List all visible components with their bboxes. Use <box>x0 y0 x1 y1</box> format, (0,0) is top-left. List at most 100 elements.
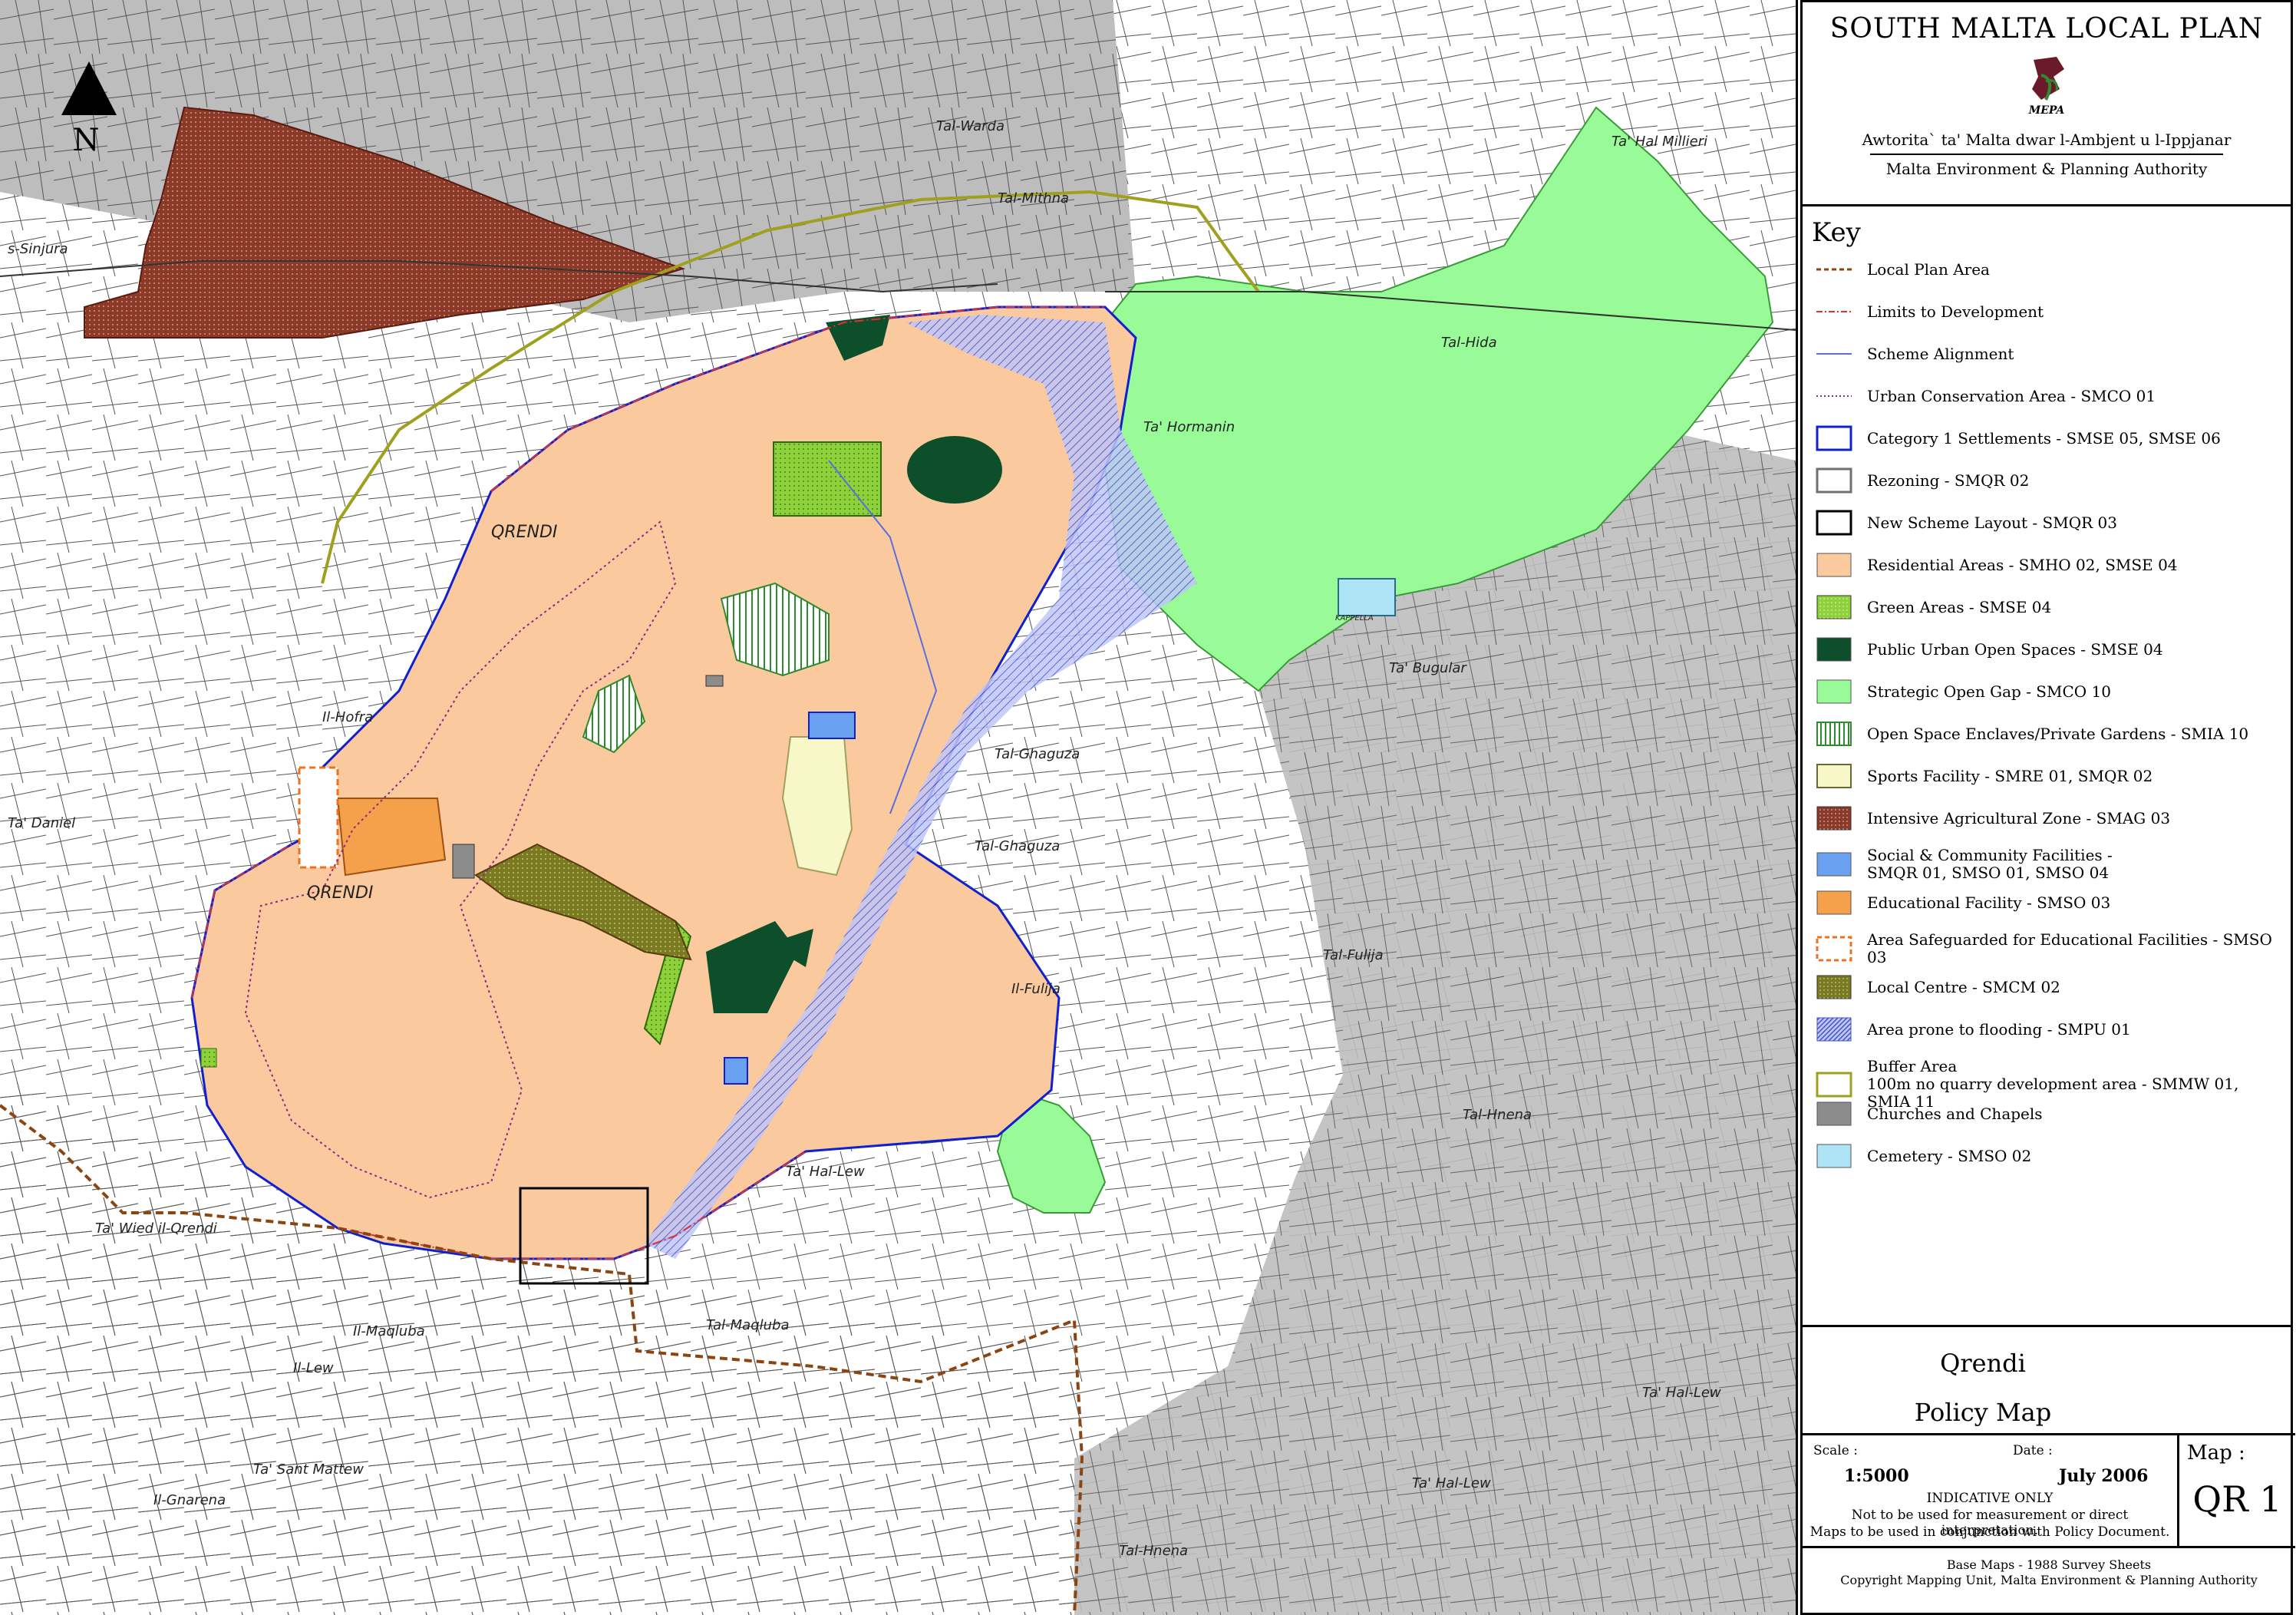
safeguarded-education-area <box>298 766 339 869</box>
label-il-maqluba: Il-Maqluba <box>353 1323 425 1339</box>
legend-label: Rezoning - SMQR 02 <box>1867 471 2030 490</box>
legend-symbol <box>1815 382 1853 410</box>
scale-value: 1:5000 <box>1844 1466 1909 1486</box>
legend-symbol <box>1815 1142 1853 1170</box>
legend-label-line-1: Area prone to flooding - SMPU 01 <box>1867 1019 2131 1039</box>
label-tal-maqluba: Tal-Maqluba <box>706 1317 789 1333</box>
map-info-panel: SOUTH MALTA LOCAL PLAN MEPA Awtorita` ta… <box>1800 0 2296 1615</box>
legend-symbol <box>1815 720 1853 748</box>
legend-label: Residential Areas - SMHO 02, SMSE 04 <box>1867 556 2178 574</box>
legend-symbol <box>1815 935 1853 963</box>
legend-item: Intensive Agricultural Zone - SMAG 03 <box>1815 804 2283 832</box>
legend-item: Educational Facility - SMSO 03 <box>1815 889 2283 916</box>
legend-label-line-1: Open Space Enclaves/Private Gardens - SM… <box>1867 724 2249 743</box>
legend-item: Sports Facility - SMRE 01, SMQR 02 <box>1815 762 2283 790</box>
legend-label: Public Urban Open Spaces - SMSE 04 <box>1867 639 2163 659</box>
legend-item: Area prone to flooding - SMPU 01 <box>1815 1016 2283 1043</box>
legend-label-line-1: Public Urban Open Spaces - SMSE 04 <box>1867 639 2163 659</box>
legend-label: Category 1 Settlements - SMSE 05, SMSE 0… <box>1867 429 2221 448</box>
legend-symbol <box>1815 340 1853 368</box>
label-ta-daniel: Ta' Daniel <box>8 815 75 831</box>
date-label: Date : <box>2013 1443 2053 1458</box>
legend-symbol <box>1815 762 1853 790</box>
legend-symbol <box>1815 1016 1853 1043</box>
legend-symbol <box>1815 636 1853 663</box>
public-open-space-1 <box>907 436 1002 504</box>
map-number-label: Map : <box>2187 1442 2245 1465</box>
mepa-logo: MEPA <box>2018 54 2075 120</box>
legend-item: New Scheme Layout - SMQR 03 <box>1815 509 2283 537</box>
legend-symbol <box>1815 973 1853 1001</box>
label-qrendi-1: QRENDI <box>491 523 557 542</box>
legend-label: Educational Facility - SMSO 03 <box>1867 893 2110 912</box>
label-ta-wied-il-qrendi: Ta' Wied il-Qrendi <box>95 1220 217 1237</box>
green-area-small <box>200 1048 217 1068</box>
legend-symbol <box>1815 467 1853 494</box>
legend-label-line-1: Churches and Chapels <box>1867 1104 2043 1123</box>
legend-label: Area Safeguarded for Educational Facilit… <box>1867 931 2283 966</box>
legend-item: Social & Community Facilities - SMQR 01, … <box>1815 847 2283 882</box>
community-facility-1 <box>808 712 856 739</box>
legend-symbol <box>1815 1100 1853 1128</box>
mepa-logo-text: MEPA <box>2028 104 2065 117</box>
map-number-cell: Map : QR 1 <box>2177 1435 2295 1546</box>
label-tal-fulija: Tal-Fulija <box>1323 947 1384 963</box>
label-il-lew: Il-Lew <box>293 1360 334 1376</box>
scale-label: Scale : <box>1813 1443 1858 1458</box>
legend-item: Scheme Alignment <box>1815 340 2283 368</box>
label-ta-hal-millieri: Ta' Hal Millieri <box>1611 134 1707 150</box>
authority-name-english: Malta Environment & Planning Authority <box>1885 160 2208 178</box>
legend-label: Sports Facility - SMRE 01, SMQR 02 <box>1867 767 2152 785</box>
legend-item: Urban Conservation Area - SMCO 01 <box>1815 382 2283 410</box>
label-tal-ghaguza-1: Tal-Ghaguza <box>995 746 1080 762</box>
label-ta-sant-mattew: Ta' Sant Mattew <box>253 1461 364 1478</box>
legend-label: Churches and Chapels <box>1867 1105 2043 1123</box>
legend-item: Strategic Open Gap - SMCO 10 <box>1815 678 2283 705</box>
legend-item: Residential Areas - SMHO 02, SMSE 04 <box>1815 551 2283 579</box>
legend-symbol <box>1815 424 1853 452</box>
legend-label: Green Areas - SMSE 04 <box>1867 598 2051 616</box>
legend-label-line-1: Rezoning - SMQR 02 <box>1867 471 2030 490</box>
legend-item: Churches and Chapels <box>1815 1100 2283 1128</box>
mepa-logo-icon <box>2032 57 2064 101</box>
legend-item: Cemetery - SMSO 02 <box>1815 1142 2283 1170</box>
legend-label-line-1: Area Safeguarded for Educational Facilit… <box>1867 930 2272 966</box>
title-block: SOUTH MALTA LOCAL PLAN MEPA Awtorita` ta… <box>1800 0 2293 207</box>
disclaimer-2: Maps to be used in conjunction with Poli… <box>1809 1524 2170 1540</box>
label-tal-hnena-2: Tal-Hnena <box>1119 1543 1188 1559</box>
label-ta-hormanin: Ta' Hormanin <box>1143 419 1235 435</box>
legend-item: Category 1 Settlements - SMSE 05, SMSE 0… <box>1815 424 2283 452</box>
indicative-note: INDICATIVE ONLY <box>1926 1491 2054 1506</box>
legend-item: Rezoning - SMQR 02 <box>1815 467 2283 494</box>
legend-item: Area Safeguarded for Educational Facilit… <box>1815 931 2283 966</box>
legend-label-line-1: New Scheme Layout - SMQR 03 <box>1867 513 2117 532</box>
legend-label: Limits to Development <box>1867 302 2044 321</box>
footer-credits: Base Maps - 1988 Survey Sheets Copyright… <box>1803 1557 2295 1588</box>
copyright-credit: Copyright Mapping Unit, Malta Environmen… <box>1840 1573 2258 1587</box>
label-ta-hal-lew-3: Ta' Hal-Lew <box>1412 1475 1491 1491</box>
legend-label: Open Space Enclaves/Private Gardens - SM… <box>1867 725 2248 743</box>
legend-symbol <box>1815 298 1853 325</box>
label-tal-ghaguza-2: Tal-Ghaguza <box>975 838 1060 854</box>
legend-label: Cemetery - SMSO 02 <box>1867 1147 2031 1165</box>
legend-label-line-1: Limits to Development <box>1867 302 2044 321</box>
legend-item: Local Plan Area <box>1815 256 2283 283</box>
map-name: Qrendi <box>1940 1349 2026 1378</box>
legend-label-line-1: Social & Community Facilities - <box>1867 846 2113 864</box>
label-ta-hal-lew-2: Ta' Hal-Lew <box>1642 1385 1721 1401</box>
legend: Key Local Plan Area Limits to Development… <box>1800 204 2293 1328</box>
scale-date-grid: Scale : 1:5000 Date : July 2006 INDICATI… <box>1803 1433 2295 1548</box>
legend-label-line-1: Intensive Agricultural Zone - SMAG 03 <box>1867 808 2171 827</box>
policy-map[interactable]: N QRENDI QRENDI Tal-Warda Tal-Mithna Ta'… <box>0 0 1798 1615</box>
legend-label-line-1: Urban Conservation Area - SMCO 01 <box>1867 386 2156 405</box>
legend-label: Scheme Alignment <box>1867 345 2014 363</box>
legend-label: Social & Community Facilities - SMQR 01, … <box>1867 847 2113 882</box>
legend-symbol <box>1815 889 1853 916</box>
legend-label-line-2: SMQR 01, SMSO 01, SMSO 04 <box>1867 864 2110 882</box>
legend-item: Limits to Development <box>1815 298 2283 325</box>
cemetery <box>1338 578 1396 616</box>
map-number: QR 1 <box>2192 1478 2282 1520</box>
legend-label: Area prone to flooding - SMPU 01 <box>1867 1019 2131 1039</box>
map-canvas: N QRENDI QRENDI Tal-Warda Tal-Mithna Ta'… <box>0 0 1796 1615</box>
legend-label: Urban Conservation Area - SMCO 01 <box>1867 386 2156 405</box>
